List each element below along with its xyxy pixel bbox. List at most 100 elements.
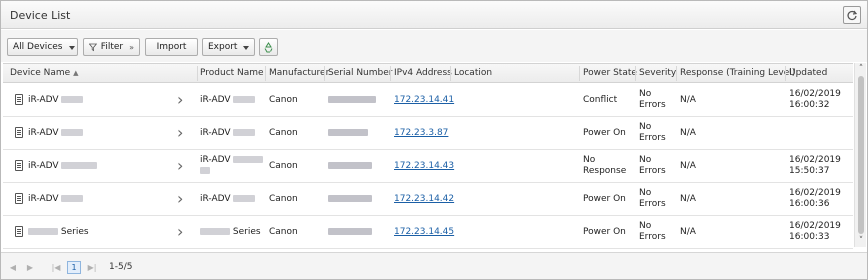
ipv4-link[interactable]: 172.23.14.42 [394, 194, 454, 205]
col-serial-number[interactable]: Serial Number [328, 68, 392, 78]
manufacturer: Canon [269, 128, 298, 138]
updated-date: 16/02/2019 [789, 89, 841, 99]
device-name: Series [28, 227, 89, 238]
page-number[interactable]: 1 [67, 261, 81, 274]
col-device-name[interactable]: Device Name ▲ [10, 68, 78, 78]
title-bar: Device List [1, 1, 867, 29]
severity: No Errors [639, 155, 666, 176]
recycle-icon [264, 41, 273, 52]
device-filter-value: All Devices [13, 42, 63, 52]
table-header: Device Name ▲ Product Name Manufacturer … [3, 63, 853, 83]
refresh-button[interactable] [843, 6, 861, 24]
scroll-up-icon[interactable]: ˄ [857, 65, 865, 74]
updated-date: 16/02/2019 [789, 155, 841, 165]
chevron-right-icon[interactable]: › [177, 224, 183, 240]
ipv4-link[interactable]: 172.23.14.45 [394, 227, 454, 238]
serial-number [328, 194, 372, 205]
table-row[interactable]: Series › Series Canon 172.23.14.45 Power… [3, 216, 853, 249]
prev-page-icon[interactable]: ◀ [6, 261, 20, 274]
table-row[interactable]: iR-ADV › iR-ADV Canon 172.23.14.41 Confl… [3, 84, 853, 117]
toolbar: All Devices Filter » Import Export [1, 30, 867, 62]
updated-time: 15:50:37 [789, 166, 830, 176]
refresh-icon [847, 10, 858, 21]
chevron-right-icon[interactable]: › [177, 158, 183, 174]
first-page-icon[interactable]: |◀ [49, 261, 63, 274]
chevron-right-icon[interactable]: › [177, 191, 183, 207]
device-icon [15, 226, 23, 237]
col-updated[interactable]: Updated [789, 68, 827, 78]
filter-button[interactable]: Filter » [83, 38, 140, 56]
table-row[interactable]: iR-ADV › iR-ADV Canon 172.23.14.42 Power… [3, 183, 853, 216]
scroll-down-icon[interactable]: ˅ [857, 237, 865, 246]
funnel-icon [89, 43, 97, 51]
chevron-down-icon [68, 46, 75, 50]
double-chevron-down-icon: » [129, 42, 134, 52]
scroll-thumb[interactable] [858, 76, 864, 234]
power-state: Power On [583, 194, 626, 204]
power-state: Power On [583, 128, 626, 138]
ipv4-link[interactable]: 172.23.3.87 [394, 128, 448, 139]
updated-time: 16:00:33 [789, 232, 830, 242]
device-icon [15, 160, 23, 171]
col-response[interactable]: Response (Training Level) [680, 68, 795, 78]
vertical-scrollbar[interactable]: ˄ ˅ [854, 63, 866, 247]
export-button[interactable]: Export [202, 38, 255, 56]
device-name: iR-ADV [28, 128, 84, 139]
updated-time: 16:00:36 [789, 199, 830, 209]
chevron-down-icon [243, 46, 250, 50]
severity: No Errors [639, 122, 666, 143]
response: N/A [680, 95, 696, 105]
severity: No Errors [639, 188, 666, 209]
col-severity[interactable]: Severity [639, 68, 676, 78]
pagination-bar: ◀ ▶ |◀ 1 ▶| 1-5/5 [1, 252, 867, 279]
export-label: Export [208, 42, 238, 52]
device-table: Device Name ▲ Product Name Manufacturer … [3, 63, 853, 249]
recycle-button[interactable] [259, 38, 278, 56]
chevron-right-icon[interactable]: › [177, 125, 183, 141]
table-row[interactable]: iR-ADV › iR-ADV Canon 172.23.14.43 No Re… [3, 150, 853, 183]
product-name: Series [200, 227, 261, 238]
window-title: Device List [10, 9, 71, 22]
import-button[interactable]: Import [145, 38, 198, 56]
col-power-state[interactable]: Power State [583, 68, 637, 78]
serial-number [328, 227, 372, 238]
device-name: iR-ADV [28, 194, 84, 205]
manufacturer: Canon [269, 95, 298, 105]
last-page-icon[interactable]: ▶| [85, 261, 99, 274]
updated-date: 16/02/2019 [789, 188, 841, 198]
ipv4-link[interactable]: 172.23.14.41 [394, 95, 454, 106]
response: N/A [680, 161, 696, 171]
chevron-right-icon[interactable]: › [177, 92, 183, 108]
device-icon [15, 94, 23, 105]
response: N/A [680, 128, 696, 138]
device-name: iR-ADV [28, 95, 84, 106]
device-name: iR-ADV [28, 161, 98, 172]
next-page-icon[interactable]: ▶ [23, 261, 37, 274]
manufacturer: Canon [269, 161, 298, 171]
device-icon [15, 193, 23, 204]
serial-number [328, 95, 376, 106]
power-state: Power On [583, 227, 626, 237]
response: N/A [680, 194, 696, 204]
updated-date: 16/02/2019 [789, 221, 841, 231]
product-name: iR-ADV [200, 95, 256, 106]
ipv4-link[interactable]: 172.23.14.43 [394, 161, 454, 172]
table-row[interactable]: iR-ADV › iR-ADV Canon 172.23.3.87 Power … [3, 117, 853, 150]
col-location[interactable]: Location [454, 68, 492, 78]
updated-time: 16:00:32 [789, 100, 830, 110]
col-product-name[interactable]: Product Name [200, 68, 264, 78]
col-manufacturer[interactable]: Manufacturer [269, 68, 329, 78]
sort-asc-icon: ▲ [73, 69, 79, 77]
import-label: Import [156, 42, 187, 52]
power-state: Conflict [583, 95, 618, 105]
power-state: No Response [583, 155, 627, 176]
page-range: 1-5/5 [109, 262, 133, 272]
device-filter-select[interactable]: All Devices [7, 38, 78, 56]
serial-number [328, 128, 368, 139]
severity: No Errors [639, 221, 666, 242]
response: N/A [680, 227, 696, 237]
col-ipv4-address[interactable]: IPv4 Address [394, 68, 452, 78]
manufacturer: Canon [269, 227, 298, 237]
product-name: iR-ADV [200, 155, 264, 177]
severity: No Errors [639, 89, 666, 110]
